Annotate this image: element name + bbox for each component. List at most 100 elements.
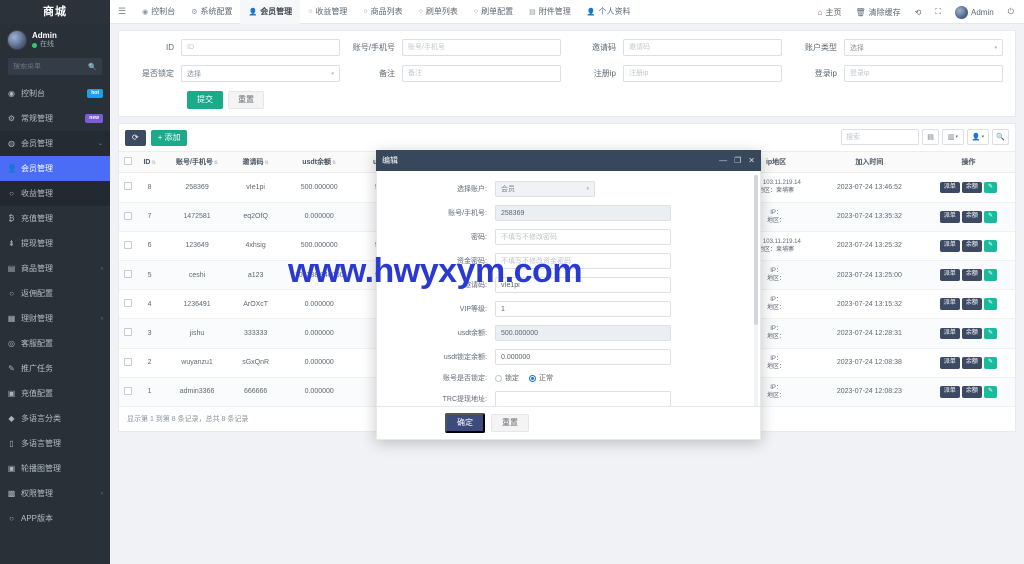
row-checkbox[interactable] [124, 328, 133, 337]
modal-reset-button[interactable]: 重置 [491, 413, 529, 433]
sidebar-search-input[interactable] [13, 63, 89, 70]
home-button[interactable]: ⌂ 主页 [812, 0, 848, 24]
clear-cache-button[interactable]: 🗑 清除缓存 [850, 0, 907, 24]
radio-锁定[interactable]: 锁定 [495, 373, 519, 383]
dispatch-button[interactable]: 派单 [939, 298, 960, 311]
columns-icon[interactable]: ▥ ▾ [942, 129, 964, 146]
sidebar-item-12[interactable]: ▣ 充值配置 [0, 381, 110, 406]
search-field-input[interactable] [623, 39, 782, 56]
balance-button[interactable]: 余额 [961, 385, 982, 398]
balance-button[interactable]: 余额 [961, 327, 982, 340]
sidebar-item-3[interactable]: 👤 会员管理 [0, 156, 110, 181]
balance-button[interactable]: 余额 [961, 181, 982, 194]
scrollbar-thumb[interactable] [754, 175, 758, 325]
export-icon[interactable]: ▤ [922, 129, 939, 146]
role-filter-icon[interactable]: 👤 ▾ [967, 129, 989, 146]
dispatch-button[interactable]: 派单 [939, 327, 960, 340]
dispatch-button[interactable]: 派单 [939, 239, 960, 252]
search-field-input[interactable] [623, 65, 782, 82]
search-field-input[interactable] [402, 65, 561, 82]
modal-scrollbar[interactable] [754, 175, 758, 406]
sidebar-item-4[interactable]: ○ 收益管理 [0, 181, 110, 206]
sidebar-menu-search[interactable]: 🔍 [8, 58, 102, 75]
column-header-1[interactable]: 账号/手机号⇅ [161, 151, 233, 174]
dispatch-button[interactable]: 派单 [939, 356, 960, 369]
row-checkbox[interactable] [124, 299, 133, 308]
search-field-select[interactable]: 选择 ▾ [844, 39, 1003, 56]
search-field-input[interactable] [181, 39, 340, 56]
sidebar-item-6[interactable]: ⇟ 提现管理 [0, 231, 110, 256]
column-header-0[interactable]: ID⇅ [137, 151, 162, 174]
dispatch-button[interactable]: 派单 [939, 385, 960, 398]
submit-button[interactable]: 提交 [187, 91, 223, 110]
tab-4[interactable]: ○ 商品列表 [355, 0, 410, 24]
balance-button[interactable]: 余额 [961, 210, 982, 223]
edit-button[interactable]: ✎ [983, 298, 997, 311]
tab-8[interactable]: 👤 个人资料 [579, 0, 639, 24]
modal-field-input[interactable] [495, 277, 671, 293]
close-icon[interactable]: ✕ [748, 156, 755, 165]
sidebar-item-11[interactable]: ✎ 推广任务 [0, 356, 110, 381]
edit-button[interactable]: ✎ [983, 269, 997, 281]
edit-button[interactable]: ✎ [983, 239, 997, 252]
column-header-2[interactable]: 邀请码⇅ [232, 151, 280, 174]
sidebar-item-7[interactable]: ▤ 商品管理 ‹ [0, 256, 110, 281]
refresh-table-button[interactable]: ⟳ [125, 129, 146, 147]
reset-button[interactable]: 重置 [228, 91, 264, 110]
modal-field-select[interactable]: 会员 ▾ [495, 181, 595, 197]
confirm-button[interactable]: 确定 [445, 412, 485, 434]
row-checkbox[interactable] [124, 357, 133, 366]
edit-button[interactable]: ✎ [983, 327, 997, 340]
sidebar-item-15[interactable]: ▣ 轮播图管理 [0, 456, 110, 481]
balance-button[interactable]: 余额 [961, 356, 982, 369]
balance-button[interactable]: 余额 [961, 239, 982, 252]
row-checkbox[interactable] [124, 182, 133, 191]
add-button[interactable]: + 添加 [150, 129, 188, 147]
edit-button[interactable]: ✎ [983, 356, 997, 369]
modal-field-input[interactable] [495, 301, 671, 317]
table-search-input[interactable] [841, 129, 919, 146]
modal-field-input[interactable] [495, 391, 671, 406]
radio-正常[interactable]: 正常 [529, 373, 553, 383]
tab-2[interactable]: 👤 会员管理 [240, 0, 301, 24]
sidebar-item-16[interactable]: ▩ 权限管理 ‹ [0, 481, 110, 506]
tab-7[interactable]: ▤ 附件管理 [521, 0, 579, 24]
search-field-input[interactable] [402, 39, 561, 56]
sidebar-item-13[interactable]: ◆ 多语言分类 [0, 406, 110, 431]
tab-3[interactable]: ○ 收益管理 [300, 0, 355, 24]
modal-field-input[interactable] [495, 349, 671, 365]
sidebar-item-2[interactable]: ◍ 会员管理 ⌄ [0, 131, 110, 156]
search-toggle-icon[interactable]: 🔍 [992, 129, 1009, 146]
fullscreen-button[interactable]: ⛶ [929, 0, 947, 24]
sidebar-item-5[interactable]: ₿ 充值管理 [0, 206, 110, 231]
dispatch-button[interactable]: 派单 [939, 181, 960, 194]
tab-6[interactable]: ○ 刷单配置 [466, 0, 521, 24]
modal-field-input[interactable] [495, 205, 671, 221]
edit-button[interactable]: ✎ [983, 210, 997, 223]
search-field-select[interactable]: 选择 ▾ [181, 65, 340, 82]
modal-field-input[interactable] [495, 253, 671, 269]
column-header-3[interactable]: usdt余额⇅ [279, 151, 360, 174]
hamburger-icon[interactable]: ☰ [110, 6, 134, 17]
tab-0[interactable]: ◉ 控制台 [134, 0, 183, 24]
select-all-checkbox[interactable] [124, 157, 133, 166]
search-field-input[interactable] [844, 65, 1003, 82]
edit-button[interactable]: ✎ [983, 385, 997, 398]
admin-menu[interactable]: Admin [949, 0, 1000, 24]
sidebar-item-14[interactable]: ▯ 多语言管理 [0, 431, 110, 456]
row-checkbox[interactable] [124, 211, 133, 220]
sidebar-item-10[interactable]: ◎ 客服配置 [0, 331, 110, 356]
sidebar-item-0[interactable]: ◉ 控制台 hot [0, 81, 110, 106]
balance-button[interactable]: 余额 [961, 269, 982, 281]
balance-button[interactable]: 余额 [961, 298, 982, 311]
sidebar-item-9[interactable]: ▦ 理财管理 ‹ [0, 306, 110, 331]
modal-field-input[interactable] [495, 325, 671, 341]
dispatch-button[interactable]: 派单 [939, 210, 960, 223]
sidebar-item-1[interactable]: ⚙ 常规管理 new [0, 106, 110, 131]
sidebar-item-17[interactable]: ○ APP版本 [0, 506, 110, 531]
sidebar-profile[interactable]: Admin 在线 [0, 24, 110, 56]
tab-1[interactable]: ⚙ 系统配置 [183, 0, 240, 24]
row-checkbox[interactable] [124, 386, 133, 395]
edit-button[interactable]: ✎ [983, 181, 997, 194]
row-checkbox[interactable] [124, 240, 133, 249]
